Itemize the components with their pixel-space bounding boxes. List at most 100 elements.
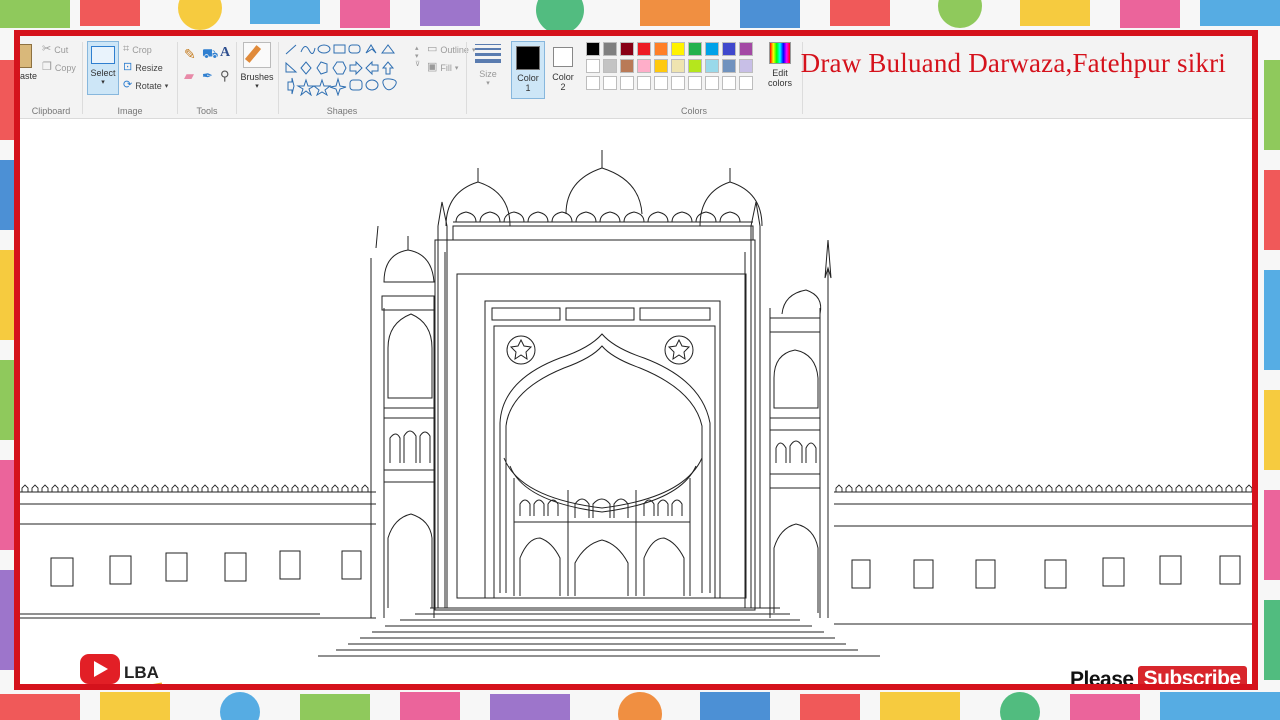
wall-crenellation xyxy=(1205,484,1213,493)
wall-crenellation xyxy=(955,484,963,493)
color-swatch[interactable] xyxy=(654,42,668,56)
empty-color-slot[interactable] xyxy=(620,76,634,90)
shapes-gallery[interactable] xyxy=(284,42,404,96)
color-swatch[interactable] xyxy=(637,42,651,56)
color-swatch[interactable] xyxy=(620,42,634,56)
color2-button[interactable]: Color 2 xyxy=(547,41,579,97)
wall-crenellation xyxy=(281,484,289,493)
cut-button[interactable]: ✂ Cut xyxy=(42,44,68,55)
color-swatch[interactable] xyxy=(705,42,719,56)
crop-button[interactable]: ⌗ Crop xyxy=(123,44,152,55)
color-swatch[interactable] xyxy=(671,59,685,73)
empty-color-slot[interactable] xyxy=(637,76,651,90)
eraser-icon[interactable]: ▰ xyxy=(184,68,194,84)
color-swatch[interactable] xyxy=(688,42,702,56)
empty-color-slot[interactable] xyxy=(654,76,668,90)
subscribe-button[interactable]: Subscribe xyxy=(1137,666,1247,684)
empty-color-slot[interactable] xyxy=(705,76,719,90)
color-swatch[interactable] xyxy=(705,59,719,73)
wall-crenellation xyxy=(351,484,359,493)
wall-crenellation xyxy=(221,484,229,493)
brushes-button[interactable]: Brushes ▾ xyxy=(240,42,274,90)
resize-button[interactable]: ⊡ Resize xyxy=(123,62,163,73)
wall-crenellation xyxy=(935,484,943,493)
color-swatch[interactable] xyxy=(722,59,736,73)
color-swatch[interactable] xyxy=(739,59,753,73)
chevron-down-icon: ▾ xyxy=(486,80,490,87)
wall-crenellation xyxy=(201,484,209,493)
wall-crenellation xyxy=(1155,484,1163,493)
empty-color-slot[interactable] xyxy=(671,76,685,90)
size-button[interactable]: Size ▾ xyxy=(471,44,505,87)
wall-crenellation xyxy=(51,484,59,493)
wall-crenellation xyxy=(1055,484,1063,493)
color-swatch[interactable] xyxy=(739,42,753,56)
rotate-label: Rotate xyxy=(135,80,162,91)
wall-crenellation xyxy=(895,484,903,493)
wall-crenellation xyxy=(241,484,249,493)
text-icon[interactable]: A xyxy=(220,45,230,61)
wall-crenellation xyxy=(1245,484,1252,493)
color-swatch[interactable] xyxy=(637,59,651,73)
image-group: Select ▾ ⌗ Crop ⊡ Resize ⟳ Rotate ▾ Imag… xyxy=(83,36,177,118)
color-swatch[interactable] xyxy=(620,59,634,73)
color-swatch[interactable] xyxy=(688,59,702,73)
pencil-icon[interactable]: ✎ xyxy=(184,46,196,63)
color-swatch[interactable] xyxy=(603,59,617,73)
copy-button[interactable]: ❐ Copy xyxy=(42,62,76,73)
wall-crenellation xyxy=(1105,484,1113,493)
paste-button[interactable]: Paste xyxy=(20,44,37,81)
wall-crenellation xyxy=(1025,484,1033,493)
color-swatch[interactable] xyxy=(654,59,668,73)
wall-crenellation xyxy=(1065,484,1073,493)
wall-crenellation xyxy=(1045,484,1053,493)
scroll-shapes-button[interactable]: ▴ ▾ ⊽ xyxy=(415,44,420,68)
wall-crenellation xyxy=(181,484,189,493)
color-swatch[interactable] xyxy=(603,42,617,56)
wall-crenellation xyxy=(1195,484,1203,493)
wall-crenellation xyxy=(91,484,99,493)
wall-crenellation xyxy=(301,484,309,493)
resize-label: Resize xyxy=(135,62,163,73)
wall-crenellation xyxy=(1175,484,1183,493)
color-swatch[interactable] xyxy=(586,42,600,56)
color-swatch[interactable] xyxy=(671,42,685,56)
empty-color-slot[interactable] xyxy=(586,76,600,90)
color-swatch[interactable] xyxy=(586,59,600,73)
wall-crenellation xyxy=(111,484,119,493)
colors-group-label: Colors xyxy=(680,106,707,116)
image-group-label: Image xyxy=(117,106,143,116)
brushes-label: Brushes xyxy=(240,72,274,82)
rotate-icon: ⟳ xyxy=(123,79,133,91)
please-text: Please xyxy=(1070,668,1134,690)
wall-crenellation xyxy=(1015,484,1023,493)
canvas-drawing[interactable] xyxy=(20,118,1252,690)
fill-bucket-icon[interactable]: ⛟ xyxy=(202,46,218,64)
wall-crenellation xyxy=(1095,484,1103,493)
wall-crenellation xyxy=(31,484,39,493)
empty-color-slot[interactable] xyxy=(722,76,736,90)
fill-dropdown[interactable]: ▣ Fill ▾ xyxy=(427,62,458,73)
clipboard-group: Paste ✂ Cut ❐ Copy Clipboard xyxy=(20,36,82,118)
color2-swatch xyxy=(553,47,573,67)
size-group: Size ▾ xyxy=(467,36,507,118)
wall-crenellation xyxy=(845,484,853,493)
wall-crenellation xyxy=(191,484,199,493)
edit-colors-button[interactable]: Edit colors xyxy=(762,42,798,88)
color-picker-icon[interactable]: ✒ xyxy=(202,68,213,84)
subscribe-banner: Please Subscribe xyxy=(1070,666,1247,690)
magnifier-icon[interactable]: ⚲ xyxy=(220,68,230,84)
clipboard-icon xyxy=(20,44,32,68)
rotate-button[interactable]: ⟳ Rotate ▾ xyxy=(123,80,168,91)
wall-crenellation xyxy=(171,484,179,493)
empty-color-slot[interactable] xyxy=(603,76,617,90)
wall-crenellation xyxy=(1115,484,1123,493)
color1-swatch xyxy=(516,46,540,70)
empty-color-slot[interactable] xyxy=(739,76,753,90)
color-swatch[interactable] xyxy=(722,42,736,56)
color1-button[interactable]: Color 1 xyxy=(511,41,545,99)
wall-crenellation xyxy=(211,484,219,493)
wall-crenellation xyxy=(81,484,89,493)
empty-color-slot[interactable] xyxy=(688,76,702,90)
select-button[interactable]: Select ▾ xyxy=(87,41,119,95)
